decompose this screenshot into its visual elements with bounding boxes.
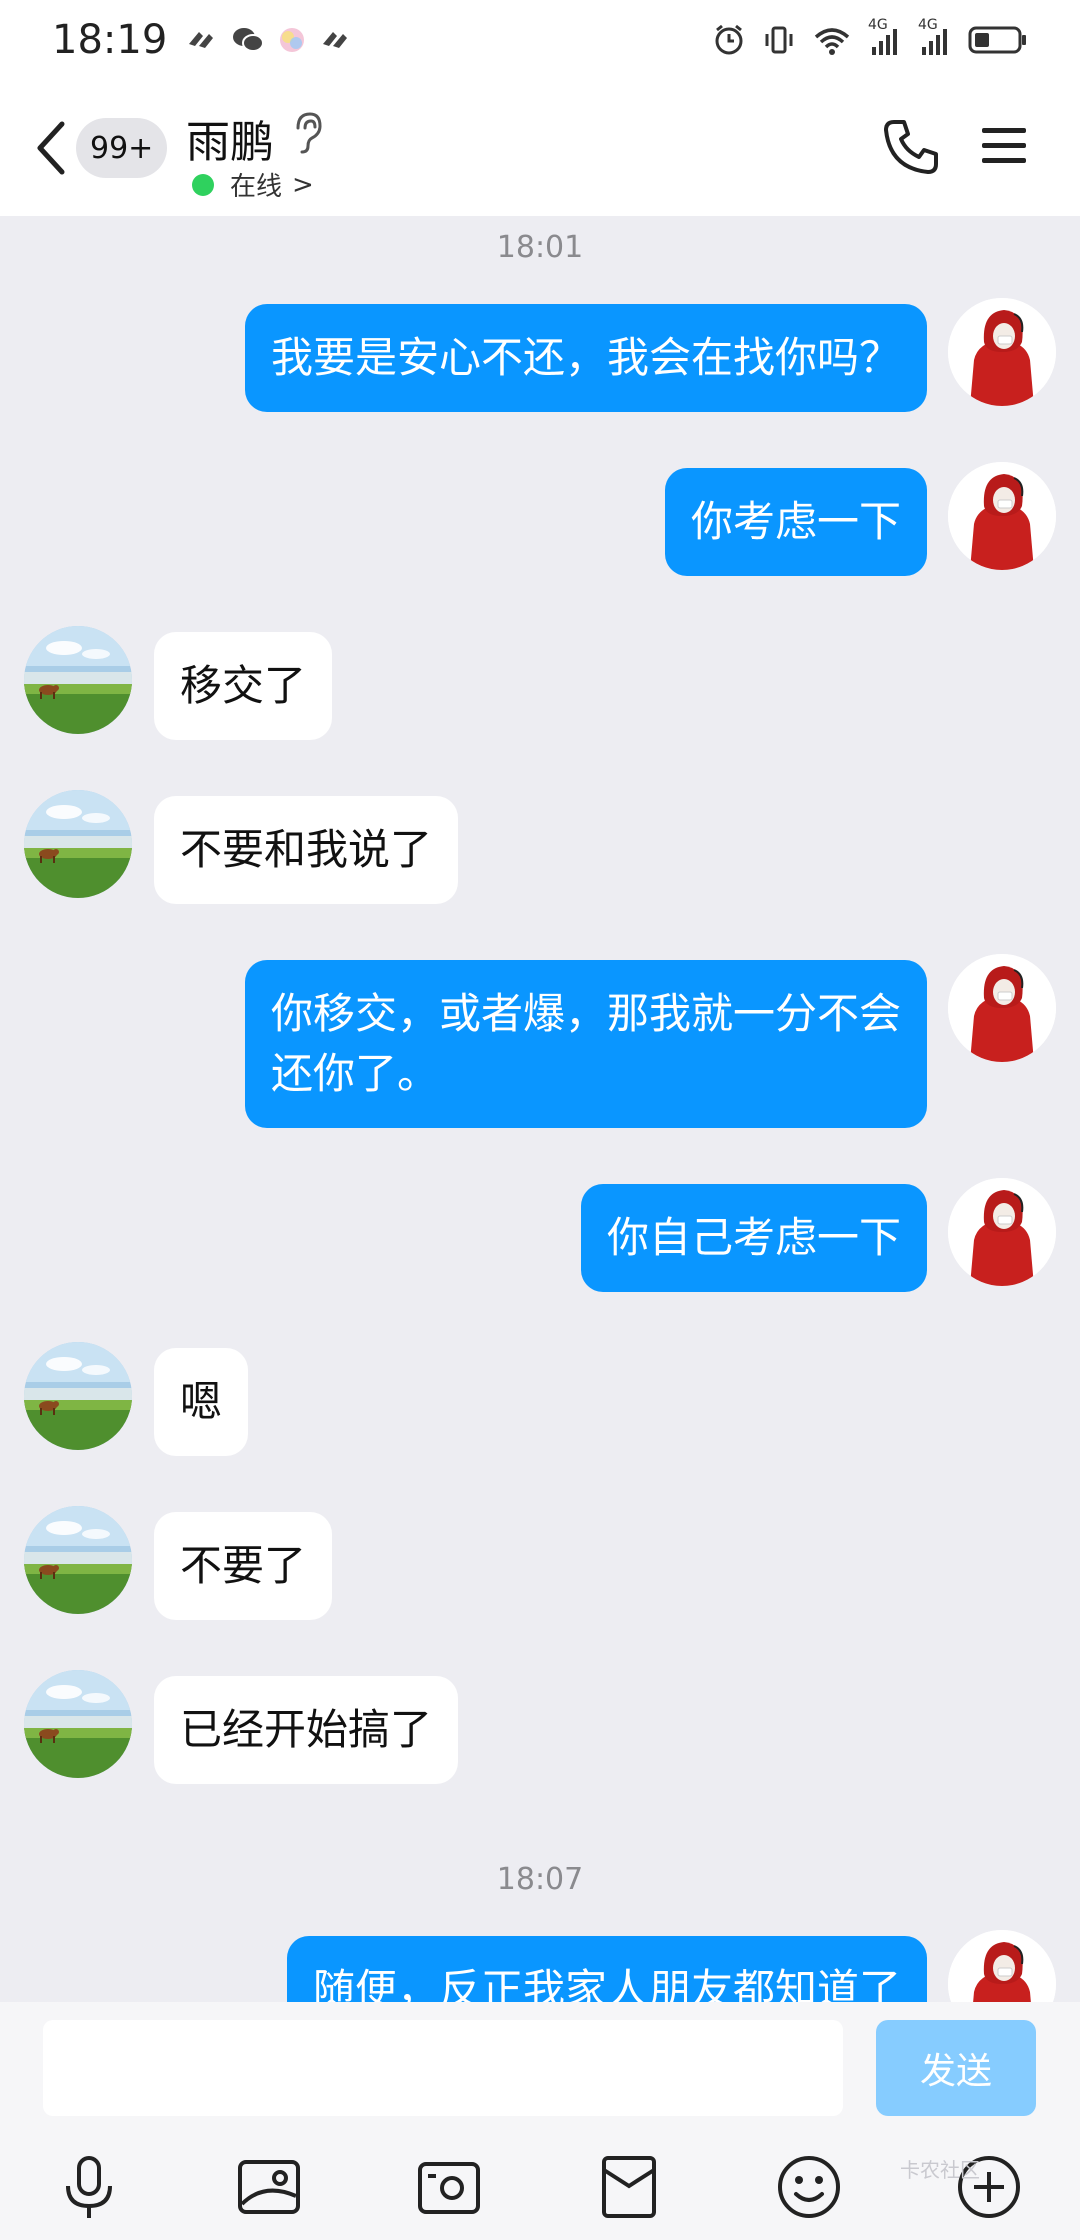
camera-icon[interactable] <box>414 2152 484 2222</box>
photo-icon[interactable] <box>234 2152 304 2222</box>
status-bar: 18:19 4G 4G <box>0 0 1080 80</box>
my-avatar[interactable] <box>948 954 1056 1062</box>
my-avatar[interactable] <box>948 298 1056 406</box>
contact-avatar[interactable] <box>24 1670 132 1778</box>
incoming-message: 已经开始搞了 <box>0 1670 1080 1784</box>
outgoing-message: 我要是安心不还，我会在找你吗？ <box>0 298 1080 412</box>
time-divider: 18:07 <box>496 1862 584 1897</box>
message-bubble[interactable]: 嗯 <box>154 1348 249 1456</box>
cell-signal-1: 4G <box>868 17 902 57</box>
incoming-message: 不要了 <box>0 1506 1080 1620</box>
my-avatar[interactable] <box>948 1930 1056 2002</box>
status-notification-icons <box>185 25 353 55</box>
message-bubble[interactable]: 移交了 <box>154 632 333 740</box>
outgoing-message: 你移交，或者爆，那我就一分不会 还你了。 <box>0 954 1080 1128</box>
message-bubble[interactable]: 我要是安心不还，我会在找你吗？ <box>244 304 927 412</box>
incoming-message: 移交了 <box>0 626 1080 740</box>
emoji-icon[interactable] <box>774 2152 844 2222</box>
microphone-icon[interactable] <box>54 2152 124 2222</box>
phone-call-button[interactable] <box>880 116 942 178</box>
status-time: 18:19 <box>52 17 168 63</box>
network-type-label: 4G <box>868 17 888 33</box>
message-bubble[interactable]: 已经开始搞了 <box>154 1676 459 1784</box>
message-bubble[interactable]: 不要和我说了 <box>154 796 459 904</box>
contact-avatar[interactable] <box>24 626 132 734</box>
ear-icon[interactable] <box>290 110 324 154</box>
incoming-message: 不要和我说了 <box>0 790 1080 904</box>
cell-signal-2: 4G <box>918 17 952 57</box>
presence-status[interactable]: 在线 > <box>192 166 314 203</box>
wechat-icon <box>233 28 265 52</box>
chevron-right-icon: > <box>292 169 314 200</box>
my-avatar[interactable] <box>948 462 1056 570</box>
time-divider: 18:01 <box>496 230 584 265</box>
back-button[interactable] <box>30 118 74 178</box>
message-bubble[interactable]: 你移交，或者爆，那我就一分不会 还你了。 <box>244 960 927 1128</box>
outgoing-message: 你自己考虑一下 <box>0 1178 1080 1292</box>
app-notification-icon-2 <box>323 32 348 48</box>
watermark: 卡农社区 <box>900 2158 980 2182</box>
contact-avatar[interactable] <box>24 1506 132 1614</box>
message-bubble[interactable]: 不要了 <box>154 1512 333 1620</box>
contact-avatar[interactable] <box>24 1342 132 1450</box>
alarm-icon <box>715 24 743 55</box>
message-input[interactable] <box>43 2020 843 2116</box>
chat-header: 99+ 雨鹏 在线 > <box>0 80 1080 216</box>
app-notification-icon <box>189 32 214 48</box>
contact-name[interactable]: 雨鹏 <box>186 106 274 170</box>
menu-button[interactable] <box>980 122 1028 170</box>
battery-icon <box>968 26 1026 54</box>
online-dot <box>192 173 214 196</box>
incoming-message: 嗯 <box>0 1342 1080 1456</box>
status-system-icons: 4G 4G <box>712 17 1028 57</box>
my-avatar[interactable] <box>948 1178 1056 1286</box>
chat-message-list[interactable]: 18:01 我要是安心不还，我会在找你吗？ 你考虑一下移交了不要和我说了你移交，或者… <box>0 216 1080 2002</box>
photos-app-icon <box>280 28 305 52</box>
input-bar: 发送 卡农社区 <box>0 2002 1080 2240</box>
contact-avatar[interactable] <box>24 790 132 898</box>
message-bubble[interactable]: 你自己考虑一下 <box>580 1184 927 1292</box>
unread-count-badge[interactable]: 99+ <box>76 118 168 178</box>
vibrate-icon <box>765 26 793 54</box>
presence-label: 在线 <box>230 172 283 202</box>
send-button[interactable]: 发送 <box>876 2020 1036 2116</box>
outgoing-message: 你考虑一下 <box>0 462 1080 576</box>
network-type-label-2: 4G <box>918 17 938 33</box>
outgoing-message: 随便，反正我家人朋友都知道了 <box>0 1930 1080 2002</box>
red-packet-icon[interactable] <box>594 2152 664 2222</box>
message-bubble[interactable]: 你考虑一下 <box>664 468 927 576</box>
wifi-icon <box>814 28 850 55</box>
message-bubble[interactable]: 随便，反正我家人朋友都知道了 <box>286 1936 927 2002</box>
